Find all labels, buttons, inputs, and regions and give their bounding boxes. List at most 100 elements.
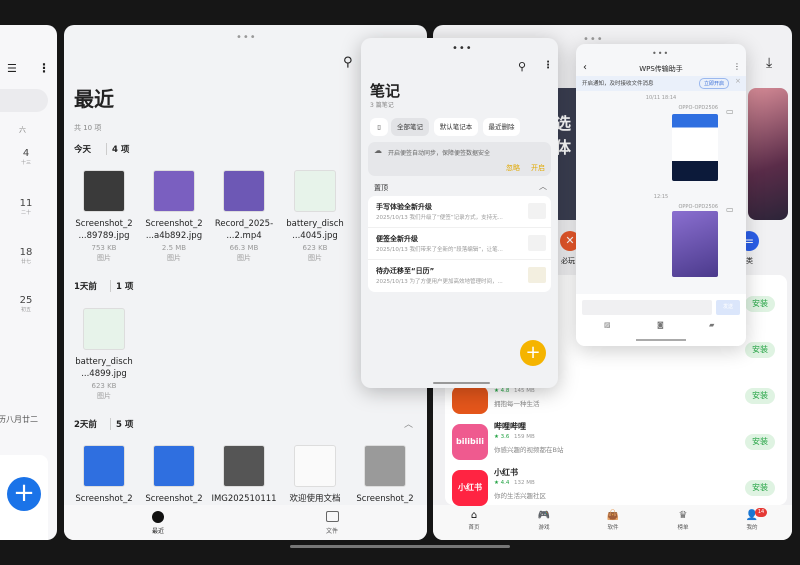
new-note-button[interactable]: + [520,340,546,366]
more-icon[interactable]: ⋮ [543,60,553,71]
file-name-suffix: ...89789.jpg [78,231,130,241]
app-rating: ★ 4.8 [494,388,510,394]
file-name-suffix: ...4045.jpg [292,231,338,241]
window-handle-dots[interactable]: ••• [583,35,604,45]
home-indicator[interactable] [636,339,686,341]
more-icon[interactable]: ⋮ [733,62,741,71]
collapse-chevron-icon[interactable]: ︿ [404,417,413,430]
note-item[interactable]: 手写体验全新升级 2025/10/13 我们升级了“便签”记录方式，支持无... [368,196,551,228]
app-description: 拥抱每一种生活 [494,400,540,408]
file-thumbnail[interactable] [223,445,265,487]
nav-label: 文件 [325,528,338,535]
clock-icon [152,511,164,523]
enable-button[interactable]: 开启 [531,163,545,173]
sidebar-toggle-button[interactable]: ▯ [370,118,388,136]
image-icon[interactable]: ▨ [604,321,611,329]
note-title: 待办迁移至“日历” [376,267,435,275]
send-button[interactable]: 发送 [716,300,740,315]
day-lunar: 廿七 [20,259,31,265]
banner-right[interactable] [748,88,788,220]
file-thumbnail[interactable] [153,445,195,487]
store-nav-0[interactable]: ⌂ 首页 [459,510,489,531]
image-message[interactable] [672,211,718,277]
file-size: 753 KB [91,244,117,252]
file-type: 图片 [97,254,111,262]
file-thumbnail[interactable] [223,170,265,212]
window-handle-dots[interactable]: ••• [652,50,669,58]
nav-files[interactable]: 文件 [317,511,347,535]
file-thumbnail[interactable] [294,170,336,212]
note-item[interactable]: 便签全新升级 2025/10/13 我们带来了全新的“段落编辑”，让笔... [368,228,551,260]
install-button[interactable]: 安装 [745,296,775,312]
search-icon[interactable]: ⚲ [343,55,353,70]
app-rating: ★ 4.4 [494,480,510,486]
file-thumbnail[interactable] [83,170,125,212]
app-icon[interactable]: bilibili [452,424,488,460]
calendar-search-bar[interactable] [0,89,48,112]
nav-label: 首页 [468,525,480,531]
install-button[interactable]: 安装 [745,434,775,450]
file-name: Screenshot_2 [145,219,203,229]
search-icon[interactable]: ⚲ [518,60,526,73]
nav-recent[interactable]: 最近 [143,511,173,535]
window-handle-dots[interactable]: ••• [236,33,257,43]
pinned-chevron-icon[interactable]: ︿ [539,181,547,192]
message-input[interactable] [582,300,712,315]
nav-label: 榜单 [677,525,689,531]
note-preview: 2025/10/13 为了方便用户更加高效地管理时间，... [376,279,503,285]
group-count: 5 项 [110,418,133,430]
day-11[interactable]: 11 二十 [14,198,38,216]
ignore-button[interactable]: 忽略 [506,163,520,173]
store-nav-1[interactable]: 🎮 游戏 [529,510,559,531]
close-icon[interactable]: × [735,77,741,85]
wps-window: ••• ‹ WPS传输助手 ⋮ 开启通知，及时接收文件消息 立即开启 × 10/… [576,44,746,346]
window-handle-dots[interactable]: ••• [452,44,473,54]
day-4[interactable]: 4 十三 [14,148,38,166]
file-name: battery_disch [75,357,133,367]
install-button[interactable]: 安装 [745,342,775,358]
day-num: 25 [19,295,33,306]
day-18[interactable]: 18 廿七 [14,247,38,265]
store-nav-2[interactable]: 👜 软件 [598,510,628,531]
group-count: 1 项 [110,280,133,292]
file-name: Record_2025- [214,219,274,229]
enable-notice-button[interactable]: 立即开启 [699,78,730,89]
file-name: Screenshot_2 [145,494,203,504]
file-thumbnail[interactable] [294,445,336,487]
notice-bar: 开启通知，及时接收文件消息 立即开启 × [576,76,746,91]
chip-recently-deleted[interactable]: 最近删除 [483,118,520,136]
day-25[interactable]: 25 初五 [14,295,38,313]
more-icon[interactable]: ⋮ [38,61,50,75]
day-lunar: 十三 [20,160,31,166]
camera-icon[interactable]: ◙ [657,321,664,329]
install-button[interactable]: 安装 [745,388,775,404]
image-message[interactable] [672,114,718,181]
note-item[interactable]: 待办迁移至“日历” 2025/10/13 为了方便用户更加高效地管理时间，... [368,260,551,292]
home-indicator[interactable] [433,382,490,384]
group-header: 2天前 [74,420,97,430]
day-num: 11 [19,198,33,209]
note-thumbnail [528,235,546,251]
file-thumbnail[interactable] [364,445,406,487]
app-size: 145 MB [514,388,535,394]
file-thumbnail[interactable] [153,170,195,212]
store-nav-3[interactable]: ♛ 榜单 [668,510,698,531]
chip-default-notebook[interactable]: 默认笔记本 [434,118,478,136]
file-thumbnail[interactable] [83,445,125,487]
file-type: 图片 [97,392,111,400]
chip-all-notes[interactable]: 全部笔记 [391,118,429,136]
view-toggle-icon[interactable]: ☰ [7,62,17,75]
file-thumbnail[interactable] [83,308,125,350]
file-size: 623 KB [91,382,117,390]
folder-icon[interactable]: ▰ [709,321,714,329]
composer: 发送 ▨ ◙ ▰ [576,294,746,346]
install-button[interactable]: 安装 [745,480,775,496]
nav-label: 最近 [151,528,164,535]
add-event-button[interactable]: + [7,477,41,511]
app-size: 132 MB [514,480,535,486]
app-icon[interactable]: 小红书 [452,470,488,506]
app-icon[interactable] [452,386,488,414]
download-icon[interactable]: ⤓ [766,55,772,71]
system-gesture-bar[interactable] [290,545,510,548]
sync-text: 开启便签自动同步，保障便签数据安全 [388,150,491,157]
